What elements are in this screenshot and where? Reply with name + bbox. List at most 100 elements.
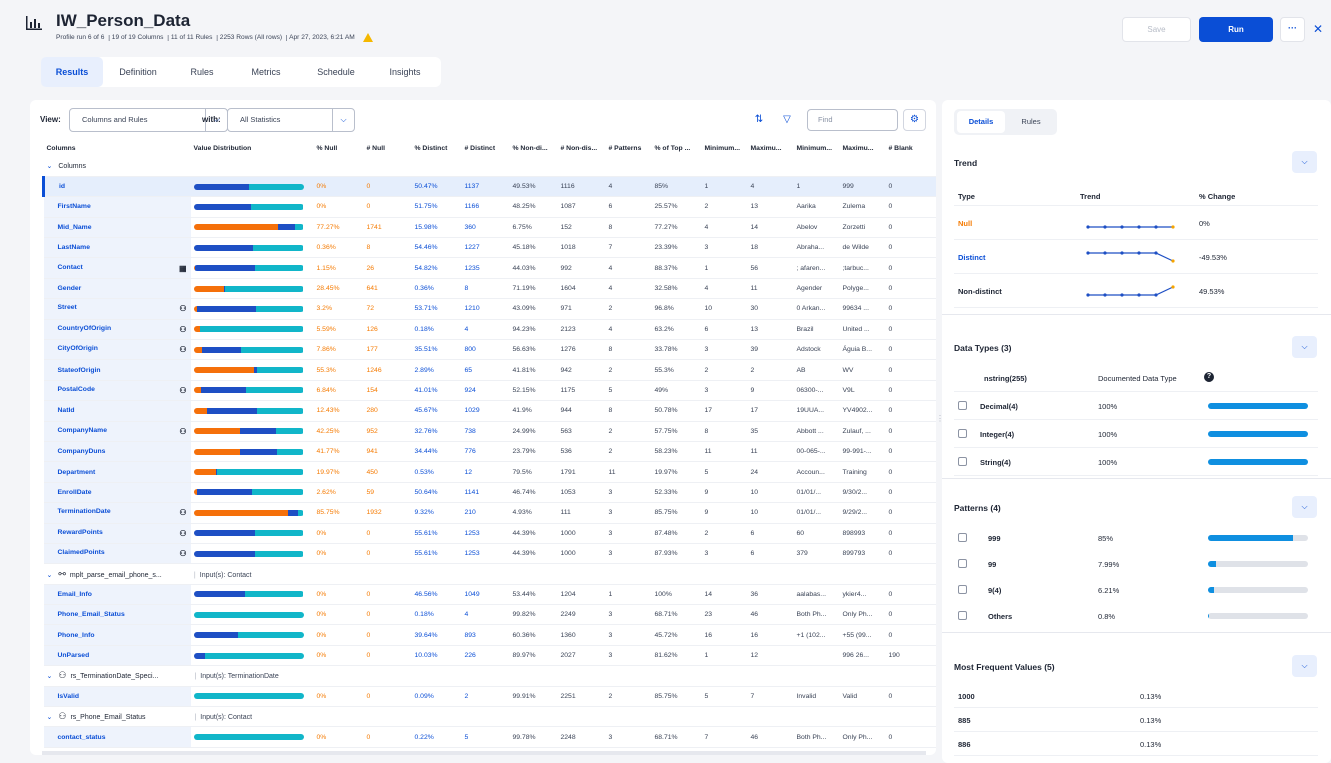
column-name-cell[interactable]: TerminationDate ⚇ [43, 502, 191, 524]
chevron-down-icon[interactable]: ⌄ [47, 673, 53, 680]
column-name-cell[interactable]: FirstName [43, 196, 191, 218]
datatype-checkbox[interactable] [958, 457, 967, 466]
table-row[interactable]: Gender 28.45% 641 0.36% 8 71.19% 1604 4 32.58% 4 1… [43, 278, 936, 300]
datatype-row[interactable]: Decimal(4) 100% [954, 392, 1318, 420]
tab-schedule[interactable]: Schedule [305, 57, 367, 87]
tab-metrics[interactable]: Metrics [237, 57, 295, 87]
column-name-cell[interactable]: Street ⚇ [43, 298, 191, 320]
column-header[interactable]: Columns [44, 141, 191, 156]
filter-icon[interactable]: ▽ [776, 109, 798, 131]
column-header[interactable]: # Patterns [606, 141, 652, 156]
column-header[interactable]: # Distinct [462, 141, 510, 156]
column-header[interactable]: Minimum... [794, 141, 840, 156]
frequent-value-row[interactable]: 1000 0.13% [954, 684, 1318, 708]
pattern-row[interactable]: Others 0.8% [954, 602, 1318, 630]
column-name-cell[interactable]: CountryOfOrigin ⚇ [43, 319, 191, 341]
column-header[interactable]: % of Top ... [652, 141, 702, 156]
table-row[interactable]: LastName 0.36% 8 54.46% 1227 45.18% 1018 7 23.39… [43, 237, 936, 259]
table-row[interactable]: CityOfOrigin ⚇ 7.86% 177 35.51% 800 56.63% 1276… [43, 339, 936, 361]
group-row[interactable]: ⌄ ⚇ rs_Phone_Email_Status | Input(s): Contac… [43, 706, 936, 728]
column-name-cell[interactable]: CityOfOrigin ⚇ [43, 339, 191, 361]
column-header[interactable]: % Null [314, 141, 364, 156]
column-name-cell[interactable]: RewardPoints ⚇ [43, 523, 191, 544]
column-name-cell[interactable]: Mid_Name [43, 217, 191, 239]
help-icon[interactable]: ? [1204, 372, 1214, 382]
column-header[interactable]: # Null [364, 141, 412, 156]
datatype-row[interactable]: Integer(4) 100% [954, 420, 1318, 448]
frequent-value-row[interactable]: 885 0.13% [954, 708, 1318, 732]
column-name-cell[interactable]: Contact ▦ [43, 257, 191, 279]
column-name-cell[interactable]: StateofOrigin [43, 359, 191, 381]
column-name-cell[interactable]: Phone_Email_Status [43, 604, 191, 626]
table-row[interactable]: TerminationDate ⚇ 85.75% 1932 9.32% 210 4.93% 1… [43, 502, 936, 524]
table-row[interactable]: RewardPoints ⚇ 0% 0 55.61% 1253 44.39% 1000 3 87.… [43, 523, 936, 544]
patterns-collapse-button[interactable]: ⌵ [1292, 496, 1317, 518]
column-header[interactable]: # Non-dis... [558, 141, 606, 156]
table-row[interactable]: StateofOrigin 55.3% 1246 2.89% 65 41.81% 942 2 5… [43, 359, 936, 381]
table-row[interactable]: ClaimedPoints ⚇ 0% 0 55.61% 1253 44.39% 1000 3 87… [43, 543, 936, 565]
table-row[interactable]: CountryOfOrigin ⚇ 5.59% 126 0.18% 4 94.23% 2123… [43, 319, 936, 341]
tab-definition[interactable]: Definition [107, 57, 169, 87]
column-name-cell[interactable]: id [42, 176, 191, 198]
gear-icon[interactable]: ⚙ [903, 109, 926, 131]
datatype-row[interactable]: String(4) 100% [954, 448, 1318, 476]
table-row[interactable]: NatId 12.43% 280 45.67% 1029 41.9% 944 8 50.78% 1… [43, 400, 936, 422]
save-button[interactable]: Save [1122, 17, 1191, 42]
frequent-value-row[interactable]: 886 0.13% [954, 732, 1318, 756]
pattern-row[interactable]: 9(4) 6.21% [954, 576, 1318, 604]
run-button[interactable]: Run [1199, 17, 1273, 42]
table-row[interactable]: contact_status 0% 0 0.22% 5 99.78% 2248 3 68.71%… [43, 726, 936, 748]
table-row[interactable]: UnParsed 0% 0 10.03% 226 89.97% 2027 3 81.62% 1 12… [43, 645, 936, 667]
table-row[interactable]: Department 19.97% 450 0.53% 12 79.5% 1791 11 19.… [43, 461, 936, 483]
horizontal-scrollbar[interactable] [42, 751, 926, 755]
column-name-cell[interactable]: Department [43, 461, 191, 483]
chevron-down-icon[interactable]: ⌄ [47, 163, 53, 170]
table-row[interactable]: Phone_Email_Status 0% 0 0.18% 4 99.82% 2249 3 68… [43, 604, 936, 626]
column-name-cell[interactable]: IsValid [43, 686, 191, 708]
table-row[interactable]: CompanyDuns 41.77% 941 34.44% 776 23.79% 536 2 5… [43, 441, 936, 463]
column-name-cell[interactable]: CompanyName ⚇ [43, 421, 191, 442]
frequent-values-collapse-button[interactable]: ⌵ [1292, 655, 1317, 677]
table-row[interactable]: Contact ▦ 1.15% 26 54.82% 1235 44.03% 992 4 88.37… [43, 257, 936, 279]
column-name-cell[interactable]: Phone_Info [43, 624, 191, 646]
table-row[interactable]: id 0% 0 50.47% 1137 49.53% 1116 4 85% 1 4 1 999 0 [42, 176, 936, 198]
group-row[interactable]: ⌄ ⚯ mplt_parse_email_phone_s... | Input(s): … [43, 563, 936, 585]
datatypes-collapse-button[interactable]: ⌵ [1292, 336, 1317, 358]
column-name-cell[interactable]: LastName [43, 237, 191, 259]
column-header[interactable]: Maximu... [748, 141, 794, 156]
tab-rules[interactable]: Rules [177, 57, 227, 87]
more-actions-button[interactable]: ··· [1280, 17, 1305, 42]
column-name-cell[interactable]: ClaimedPoints ⚇ [43, 543, 191, 565]
column-name-cell[interactable]: NatId [43, 400, 191, 422]
chevron-down-icon[interactable]: ⌄ [47, 572, 53, 579]
chevron-down-icon[interactable]: ⌄ [47, 714, 53, 721]
column-name-cell[interactable]: CompanyDuns [43, 441, 191, 463]
column-header[interactable]: % Distinct [412, 141, 462, 156]
group-row[interactable]: ⌄ Columns [43, 156, 936, 177]
pattern-checkbox[interactable] [958, 611, 967, 620]
statistics-select[interactable]: All Statistics ⌵ [227, 108, 355, 132]
column-header[interactable]: Minimum... [702, 141, 748, 156]
pattern-checkbox[interactable] [958, 533, 967, 542]
pattern-row[interactable]: 999 85% [954, 524, 1318, 552]
column-name-cell[interactable]: Email_Info [43, 584, 191, 606]
table-row[interactable]: Mid_Name 77.27% 1741 15.98% 360 6.75% 152 8 77.2… [43, 217, 936, 239]
tab-details-rules[interactable]: Rules [1008, 111, 1054, 133]
column-header[interactable]: Value Distribution [191, 141, 314, 156]
pattern-row[interactable]: 99 7.99% [954, 550, 1318, 578]
close-button[interactable]: ✕ [1308, 17, 1328, 42]
table-row[interactable]: PostalCode ⚇ 6.84% 154 41.01% 924 52.15% 1175 5 4… [43, 380, 936, 402]
column-name-cell[interactable]: EnrollDate [43, 482, 191, 504]
table-row[interactable]: FirstName 0% 0 51.75% 1166 48.25% 1087 6 25.57% 2… [43, 196, 936, 218]
datatype-checkbox[interactable] [958, 429, 967, 438]
pattern-checkbox[interactable] [958, 585, 967, 594]
sort-icon[interactable]: ⇅ [748, 109, 770, 131]
column-header[interactable]: Maximu... [840, 141, 886, 156]
table-row[interactable]: IsValid 0% 0 0.09% 2 99.91% 2251 2 85.75% 5 7 Inval… [43, 686, 936, 708]
warning-icon[interactable] [362, 33, 373, 42]
column-header[interactable]: # Blank [886, 141, 936, 156]
column-header[interactable]: % Non-di... [510, 141, 558, 156]
table-row[interactable]: Street ⚇ 3.2% 72 53.71% 1210 43.09% 971 2 96.8% 10… [43, 298, 936, 320]
tab-details[interactable]: Details [957, 111, 1005, 133]
table-row[interactable]: Phone_Info 0% 0 39.64% 893 60.36% 1360 3 45.72% 1… [43, 624, 936, 646]
